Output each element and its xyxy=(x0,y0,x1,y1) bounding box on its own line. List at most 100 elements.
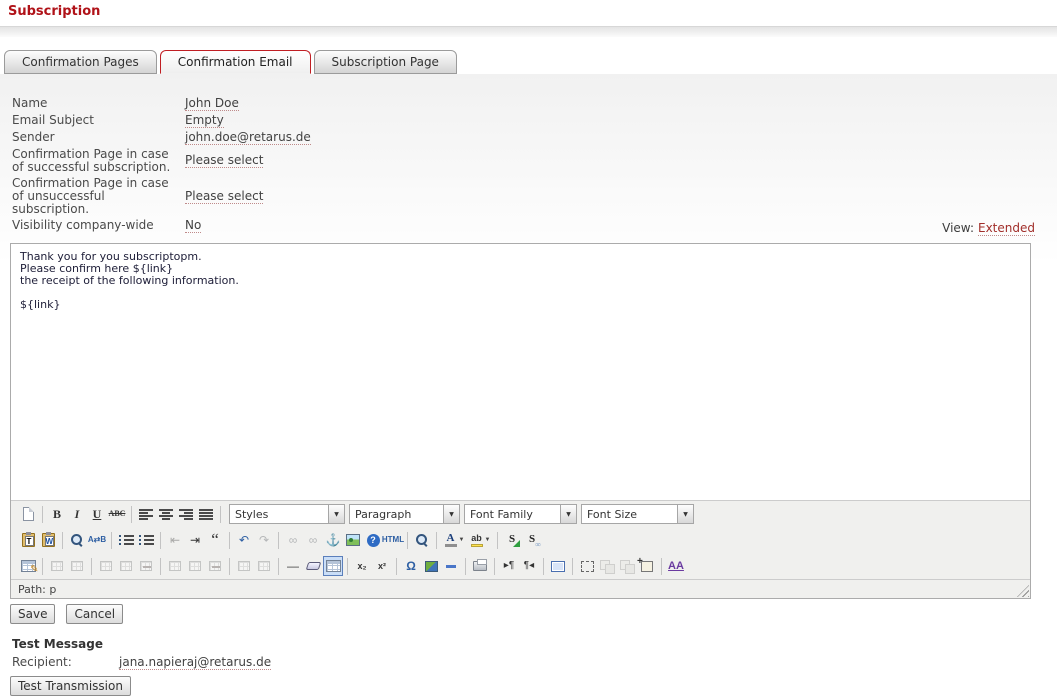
numbered-list-icon xyxy=(139,534,154,546)
name-value-link[interactable]: John Doe xyxy=(185,97,239,111)
ltr-button[interactable]: ▸¶ xyxy=(499,556,519,576)
underline-button[interactable]: U xyxy=(87,504,107,524)
split-cells-icon xyxy=(238,561,250,571)
resize-grip[interactable] xyxy=(1017,585,1029,597)
blockquote-button[interactable]: “ xyxy=(205,530,225,550)
email-subject-value-link[interactable]: Empty xyxy=(185,114,224,128)
superscript-button[interactable]: x² xyxy=(372,556,392,576)
separator xyxy=(572,558,573,575)
find-button[interactable] xyxy=(67,530,87,550)
find-replace-button[interactable]: A⇄B xyxy=(87,530,107,550)
eraser-icon xyxy=(305,562,321,570)
save-button[interactable]: Save xyxy=(10,604,55,624)
highlight-color-icon: ab xyxy=(470,534,484,547)
insert-table-button[interactable]: ✎ xyxy=(18,556,38,576)
align-center-button[interactable] xyxy=(156,504,176,524)
redo-icon: ↷ xyxy=(259,534,269,546)
view-extended-link[interactable]: Extended xyxy=(978,221,1035,236)
visibility-value-link[interactable]: No xyxy=(185,219,201,233)
highlight-color-button[interactable]: ab ▼ xyxy=(467,530,493,550)
subscription-link-button[interactable]: S∞ xyxy=(522,530,542,550)
styles-select[interactable]: Styles ▼ xyxy=(229,504,345,524)
strikethrough-button[interactable]: ABC xyxy=(107,504,127,524)
guidelines-icon xyxy=(326,560,341,572)
form-row: Confirmation Page in case of successful … xyxy=(12,148,432,174)
separator xyxy=(543,558,544,575)
numbered-list-button[interactable] xyxy=(136,530,156,550)
blockquote-icon: “ xyxy=(211,536,219,545)
omega-icon: Ω xyxy=(406,560,416,572)
superscript-icon: x² xyxy=(378,562,386,571)
align-left-icon xyxy=(139,508,153,520)
toggle-guidelines-button[interactable] xyxy=(323,556,343,576)
success-page-value-link[interactable]: Please select xyxy=(185,154,263,168)
insert-row-after-button xyxy=(116,556,136,576)
anchor-button[interactable]: ⚓ xyxy=(323,530,343,550)
table-row-properties-button xyxy=(47,556,67,576)
special-character-button[interactable]: Ω xyxy=(401,556,421,576)
merge-cells-button xyxy=(254,556,274,576)
editor-content[interactable]: Thank you for you subscriptopm. Please c… xyxy=(11,244,1030,501)
bullet-list-button[interactable] xyxy=(116,530,136,550)
sender-value-link[interactable]: john.doe@retarus.de xyxy=(185,131,311,145)
separator xyxy=(497,532,498,549)
indent-button[interactable]: ⇥ xyxy=(185,530,205,550)
rtl-button[interactable]: ¶◂ xyxy=(519,556,539,576)
font-size-select[interactable]: Font Size ▼ xyxy=(581,504,694,524)
paste-from-word-button[interactable]: W xyxy=(38,530,58,550)
paste-word-letter: W xyxy=(45,536,54,546)
absolute-position-button[interactable] xyxy=(577,556,597,576)
paragraph-select[interactable]: Paragraph ▼ xyxy=(349,504,460,524)
align-right-button[interactable] xyxy=(176,504,196,524)
italic-button[interactable]: I xyxy=(67,504,87,524)
new-document-button[interactable] xyxy=(18,504,38,524)
undo-button[interactable]: ↶ xyxy=(234,530,254,550)
bold-button[interactable]: B xyxy=(47,504,67,524)
help-button[interactable]: ? xyxy=(363,530,383,550)
horizontal-rule-button[interactable]: — xyxy=(283,556,303,576)
plus-icon: + xyxy=(637,556,643,567)
recipient-label: Recipient: xyxy=(12,655,119,670)
recipient-value-link[interactable]: jana.napieraj@retarus.de xyxy=(119,655,271,670)
style-properties-button[interactable]: AA xyxy=(666,556,686,576)
editor-statusbar: Path: p xyxy=(11,579,1030,598)
remove-format-button[interactable] xyxy=(303,556,323,576)
html-source-button[interactable]: HTML xyxy=(383,530,403,550)
paste-as-text-button[interactable]: T xyxy=(18,530,38,550)
test-transmission-button[interactable]: Test Transmission xyxy=(10,676,131,696)
align-left-button[interactable] xyxy=(136,504,156,524)
toolbar-row-1: B I U ABC Styles ▼ Paragraph ▼ xyxy=(11,501,1030,527)
text-color-bar xyxy=(445,544,457,547)
move-forward-icon xyxy=(600,560,614,573)
table-cell-properties-icon xyxy=(71,561,83,571)
align-justify-button[interactable] xyxy=(196,504,216,524)
view-switcher: View:Extended xyxy=(942,221,1035,235)
subscript-button[interactable]: x₂ xyxy=(352,556,372,576)
print-button[interactable] xyxy=(470,556,490,576)
unsuccess-page-value-link[interactable]: Please select xyxy=(185,190,263,204)
font-family-select[interactable]: Font Family ▼ xyxy=(464,504,577,524)
cancel-button[interactable]: Cancel xyxy=(66,604,123,624)
tab-confirmation-pages[interactable]: Confirmation Pages xyxy=(4,50,157,74)
insert-media-button[interactable] xyxy=(421,556,441,576)
media-icon xyxy=(425,561,438,572)
separator xyxy=(229,532,230,549)
advanced-hr-button[interactable]: ▬ xyxy=(441,556,461,576)
separator xyxy=(42,558,43,575)
chevron-down-icon: ▼ xyxy=(560,505,576,523)
form-actions: Save Cancel xyxy=(10,604,123,624)
text-color-button[interactable]: A ▼ xyxy=(441,530,467,550)
align-center-icon xyxy=(159,508,173,520)
find-icon xyxy=(70,533,84,547)
tab-subscription-page[interactable]: Subscription Page xyxy=(314,50,457,74)
email-subject-label: Email Subject xyxy=(12,114,185,128)
header-divider xyxy=(0,26,1057,37)
insert-image-button[interactable] xyxy=(343,530,363,550)
preview-button[interactable] xyxy=(412,530,432,550)
visibility-label: Visibility company-wide xyxy=(12,219,185,233)
subscription-field-button[interactable]: S xyxy=(502,530,522,550)
fullscreen-button[interactable] xyxy=(548,556,568,576)
insert-layer-button[interactable]: + xyxy=(637,556,657,576)
preview-icon xyxy=(415,533,429,547)
tab-confirmation-email[interactable]: Confirmation Email xyxy=(160,50,311,74)
